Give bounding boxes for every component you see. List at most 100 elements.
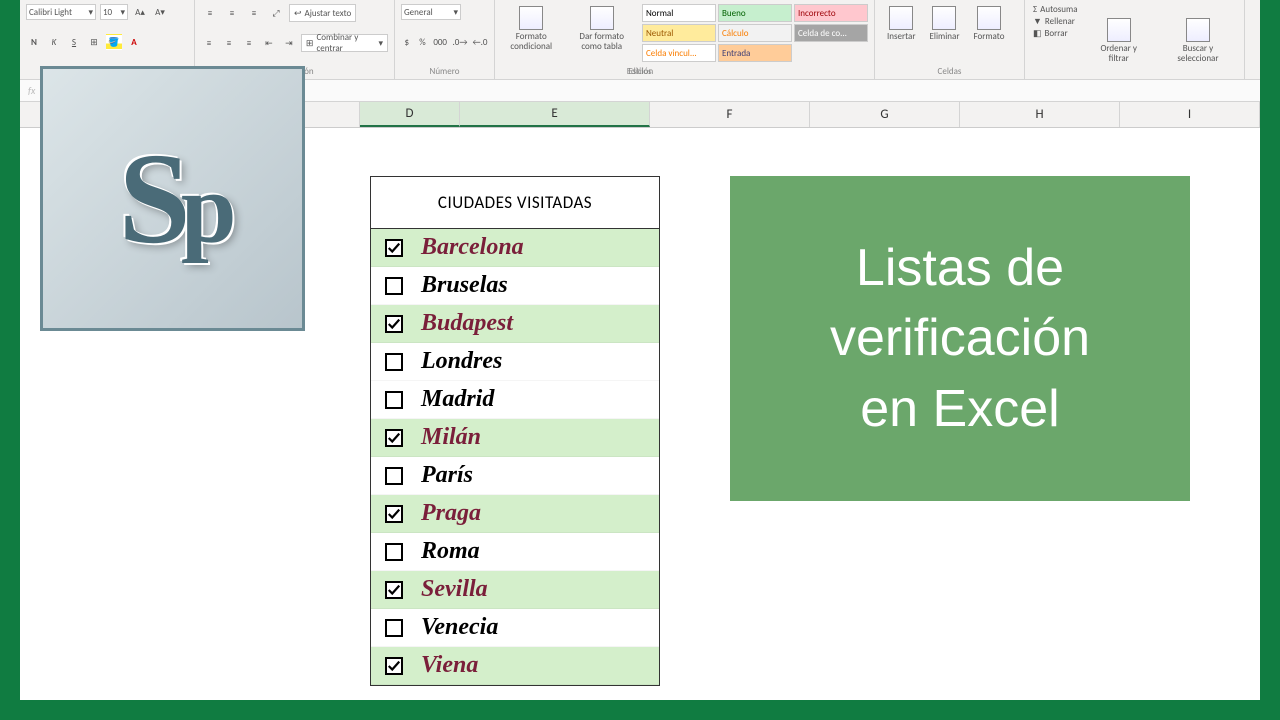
style-cell[interactable]: Normal	[642, 4, 716, 22]
table-row: Sevilla	[371, 571, 659, 609]
worksheet-area[interactable]: Sp CIUDADES VISITADAS BarcelonaBruselasB…	[20, 128, 1260, 700]
city-name: Sevilla	[421, 576, 488, 603]
percent-icon[interactable]: %	[417, 34, 429, 50]
format-button[interactable]: Formato	[967, 4, 1010, 44]
city-name: Madrid	[421, 386, 494, 413]
column-header-I[interactable]: I	[1120, 102, 1260, 127]
checkbox[interactable]	[385, 543, 403, 561]
checkbox[interactable]	[385, 467, 403, 485]
clear-button[interactable]: ◧Borrar	[1031, 28, 1080, 39]
city-name: Bruselas	[421, 272, 508, 299]
table-row: Viena	[371, 647, 659, 685]
align-middle-icon[interactable]: ≡	[223, 5, 241, 21]
style-cell[interactable]: Incorrecto	[794, 4, 868, 22]
checkbox[interactable]	[385, 391, 403, 409]
checkbox[interactable]	[385, 657, 403, 675]
align-bottom-icon[interactable]: ≡	[245, 5, 263, 21]
table-row: Venecia	[371, 609, 659, 647]
wrap-text-button[interactable]: ↩Ajustar texto	[289, 4, 356, 22]
sp-logo: Sp	[40, 66, 305, 331]
city-name: Budapest	[421, 310, 513, 337]
insert-button[interactable]: Insertar	[881, 4, 922, 44]
table-row: Londres	[371, 343, 659, 381]
chevron-down-icon: ▾	[88, 7, 93, 18]
table-row: Bruselas	[371, 267, 659, 305]
city-name: Milán	[421, 424, 481, 451]
checkbox[interactable]	[385, 619, 403, 637]
align-left-icon[interactable]: ≡	[201, 35, 217, 51]
indent-decrease-icon[interactable]: ⇤	[261, 35, 277, 51]
italic-button[interactable]: K	[46, 34, 62, 50]
table-row: Madrid	[371, 381, 659, 419]
fill-button[interactable]: ▼Rellenar	[1031, 16, 1080, 27]
checkbox[interactable]	[385, 353, 403, 371]
align-center-icon[interactable]: ≡	[221, 35, 237, 51]
merge-center-button[interactable]: ⊞Combinar y centrar▾	[301, 34, 388, 52]
border-button[interactable]: ⊞	[86, 34, 102, 50]
checkbox[interactable]	[385, 429, 403, 447]
style-cell[interactable]: Entrada	[718, 44, 792, 62]
checkbox[interactable]	[385, 315, 403, 333]
font-color-button[interactable]: A	[126, 34, 142, 50]
font-size-select[interactable]: 10▾	[100, 4, 128, 20]
font-name-select[interactable]: Calibri Light▾	[26, 4, 96, 20]
checkbox[interactable]	[385, 505, 403, 523]
increase-decimal-icon[interactable]: .0→	[452, 34, 468, 50]
chevron-down-icon: ▾	[453, 7, 458, 18]
title-line: verificación	[830, 303, 1090, 373]
delete-icon	[932, 6, 956, 30]
fx-icon: fx	[28, 84, 35, 97]
column-header-G[interactable]: G	[810, 102, 960, 127]
checkbox[interactable]	[385, 581, 403, 599]
cities-table-header: CIUDADES VISITADAS	[371, 177, 659, 229]
city-name: Praga	[421, 500, 481, 527]
chevron-down-icon: ▾	[379, 38, 384, 49]
decrease-font-icon[interactable]: A▾	[152, 4, 168, 20]
currency-icon[interactable]: $	[401, 34, 413, 50]
table-row: Roma	[371, 533, 659, 571]
table-row: Barcelona	[371, 229, 659, 267]
wrap-icon: ↩	[294, 8, 302, 19]
find-icon	[1186, 18, 1210, 42]
table-row: Budapest	[371, 305, 659, 343]
city-name: Venecia	[421, 614, 498, 641]
autosum-button[interactable]: ΣAutosuma	[1031, 4, 1080, 15]
sigma-icon: Σ	[1033, 4, 1037, 15]
underline-button[interactable]: S	[66, 34, 82, 50]
column-header-F[interactable]: F	[650, 102, 810, 127]
table-icon	[590, 6, 614, 30]
style-cell[interactable]: Cálculo	[718, 24, 792, 42]
style-cell[interactable]: Celda vincul...	[642, 44, 716, 62]
conditional-format-button[interactable]: Formato condicional	[501, 4, 561, 54]
checkbox[interactable]	[385, 239, 403, 257]
thousands-icon[interactable]: 000	[432, 34, 448, 50]
indent-increase-icon[interactable]: ⇥	[281, 35, 297, 51]
align-top-icon[interactable]: ≡	[201, 5, 219, 21]
increase-font-icon[interactable]: A▴	[132, 4, 148, 20]
merge-icon: ⊞	[306, 38, 314, 49]
table-row: Milán	[371, 419, 659, 457]
decrease-decimal-icon[interactable]: ←.0	[472, 34, 488, 50]
format-as-table-button[interactable]: Dar formato como tabla	[567, 4, 636, 54]
column-header-E[interactable]: E	[460, 102, 650, 127]
delete-button[interactable]: Eliminar	[924, 4, 966, 44]
number-format-select[interactable]: General▾	[401, 4, 461, 20]
align-right-icon[interactable]: ≡	[241, 35, 257, 51]
sort-icon	[1107, 18, 1131, 42]
fill-color-button[interactable]: 🪣	[106, 34, 122, 50]
style-cell[interactable]: Neutral	[642, 24, 716, 42]
bold-button[interactable]: N	[26, 34, 42, 50]
style-cell[interactable]: Celda de co...	[794, 24, 868, 42]
column-header-D[interactable]: D	[360, 102, 460, 127]
orientation-icon[interactable]: ⤢	[267, 5, 285, 21]
style-cell[interactable]: Bueno	[718, 4, 792, 22]
checkbox[interactable]	[385, 277, 403, 295]
fill-icon: ▼	[1033, 16, 1042, 27]
column-header-H[interactable]: H	[960, 102, 1120, 127]
cell-styles-gallery[interactable]: NormalBuenoIncorrecto NeutralCálculoCelda…	[642, 4, 868, 62]
table-row: Praga	[371, 495, 659, 533]
chevron-down-icon: ▾	[120, 7, 125, 18]
conditional-format-icon	[519, 6, 543, 30]
city-name: Roma	[421, 538, 480, 565]
ribbon-group-editing: ΣAutosuma ▼Rellenar ◧Borrar Ordenar y fi…	[1025, 0, 1245, 79]
